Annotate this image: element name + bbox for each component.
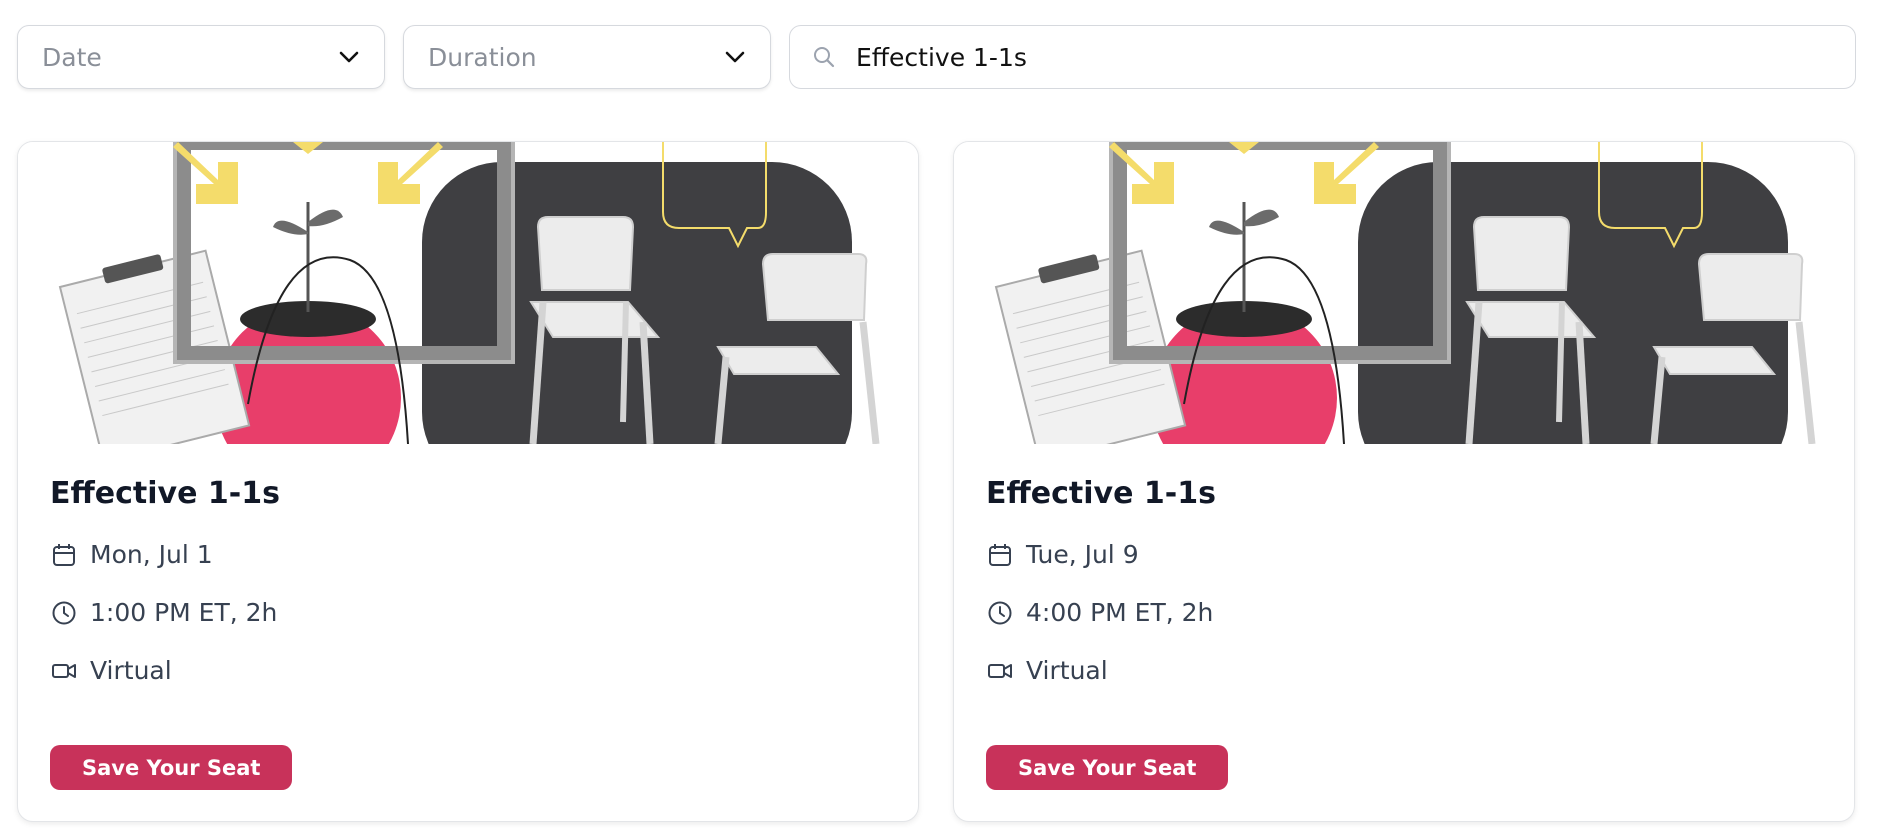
- event-date-text: Tue, Jul 9: [1026, 540, 1139, 569]
- event-date-text: Mon, Jul 1: [90, 540, 213, 569]
- event-location-text: Virtual: [90, 656, 172, 685]
- event-card: Effective 1-1s Tue, Jul 9 4:00 PM ET, 2h…: [953, 141, 1855, 822]
- event-illustration: [954, 142, 1854, 444]
- calendar-icon: [986, 541, 1014, 569]
- search-icon: [812, 44, 838, 70]
- date-filter-select[interactable]: Date: [17, 25, 385, 89]
- search-box[interactable]: [789, 25, 1856, 89]
- save-your-seat-button[interactable]: Save Your Seat: [50, 745, 293, 790]
- clock-icon: [50, 599, 78, 627]
- chevron-down-icon: [724, 46, 746, 68]
- event-time: 4:00 PM ET, 2h: [986, 598, 1213, 627]
- event-title: Effective 1-1s: [986, 476, 1216, 511]
- clock-icon: [986, 599, 1014, 627]
- video-camera-icon: [50, 657, 78, 685]
- event-location: Virtual: [986, 656, 1108, 685]
- filter-bar: Date Duration: [17, 25, 1856, 91]
- event-date: Mon, Jul 1: [50, 540, 213, 569]
- event-time: 1:00 PM ET, 2h: [50, 598, 277, 627]
- event-location: Virtual: [50, 656, 172, 685]
- event-title: Effective 1-1s: [50, 476, 280, 511]
- event-illustration: [18, 142, 918, 444]
- search-input[interactable]: [854, 41, 1833, 73]
- event-card: Effective 1-1s Mon, Jul 1 1:00 PM ET, 2h…: [17, 141, 919, 822]
- video-camera-icon: [986, 657, 1014, 685]
- calendar-icon: [50, 541, 78, 569]
- chevron-down-icon: [338, 46, 360, 68]
- duration-filter-select[interactable]: Duration: [403, 25, 771, 89]
- duration-filter-placeholder: Duration: [428, 42, 537, 72]
- event-time-text: 4:00 PM ET, 2h: [1026, 598, 1214, 627]
- save-your-seat-button[interactable]: Save Your Seat: [986, 745, 1229, 790]
- event-date: Tue, Jul 9: [986, 540, 1139, 569]
- event-location-text: Virtual: [1026, 656, 1108, 685]
- event-time-text: 1:00 PM ET, 2h: [90, 598, 278, 627]
- date-filter-placeholder: Date: [42, 42, 102, 72]
